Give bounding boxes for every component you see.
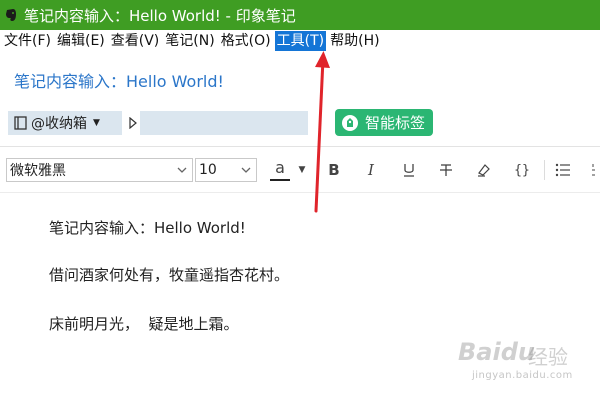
evernote-elephant-icon: [6, 9, 16, 21]
note-title[interactable]: 笔记内容输入：Hello World!: [14, 68, 224, 92]
smart-tag-button[interactable]: 智能标签: [335, 109, 433, 136]
menu-edit[interactable]: 编辑(E): [55, 31, 107, 51]
text-color-button[interactable]: a: [266, 158, 294, 182]
font-size-value: 10: [199, 162, 217, 178]
tag-icon[interactable]: [126, 111, 140, 135]
annotation-arrow: [314, 51, 330, 213]
watermark-url: jingyan.baidu.com: [472, 370, 573, 381]
underline-icon: [404, 164, 414, 177]
highlight-button[interactable]: [474, 158, 494, 182]
tag-input[interactable]: [140, 111, 308, 135]
numbered-list-icon: [592, 164, 595, 176]
window-title: 笔记内容输入：Hello World! - 印象笔记: [24, 6, 296, 25]
menu-note[interactable]: 笔记(N): [163, 31, 216, 51]
notebook-row: @收纳箱 ▼: [8, 111, 308, 135]
text-color-bar: [270, 178, 290, 181]
strikethrough-button[interactable]: [436, 158, 456, 182]
title-bar: 笔记内容输入：Hello World! - 印象笔记: [0, 0, 600, 30]
notebook-name: @收纳箱: [31, 116, 87, 132]
note-body-line[interactable]: 笔记内容输入：Hello World!: [49, 217, 246, 238]
chevron-down-icon: [241, 167, 251, 173]
menu-format[interactable]: 格式(O): [219, 31, 273, 51]
watermark-sub: 经验: [528, 345, 568, 369]
bullet-list-button[interactable]: [552, 158, 574, 182]
text-color-letter: a: [275, 157, 285, 177]
code-block-button[interactable]: {}: [511, 158, 533, 182]
font-family-value: 微软雅黑: [10, 163, 66, 179]
font-size-select[interactable]: 10: [195, 158, 257, 182]
note-body-line[interactable]: 借问酒家何处有，牧童遥指杏花村。: [49, 264, 289, 285]
caret-down-icon: ▼: [93, 118, 100, 128]
smart-tag-icon: [342, 114, 358, 131]
menu-file[interactable]: 文件(F): [2, 31, 53, 51]
baidu-watermark: Baidu 经验 jingyan.baidu.com: [458, 338, 596, 390]
menu-view[interactable]: 查看(V): [109, 31, 162, 51]
notebook-icon: [14, 116, 27, 130]
numbered-list-button[interactable]: [586, 158, 600, 182]
underline-button[interactable]: [399, 158, 419, 182]
note-body-line[interactable]: 床前明月光， 疑是地上霜。: [49, 313, 239, 334]
highlighter-icon: [478, 164, 490, 177]
smart-tag-label: 智能标签: [365, 114, 426, 132]
italic-button[interactable]: I: [361, 158, 381, 182]
notebook-selector[interactable]: @收纳箱 ▼: [8, 111, 122, 135]
watermark-brand: Baidu: [458, 338, 535, 366]
strikethrough-icon: [440, 164, 452, 176]
toolbar-separator: [544, 160, 545, 180]
bullet-list-icon: [555, 163, 570, 177]
font-family-select[interactable]: 微软雅黑: [6, 158, 193, 182]
chevron-down-icon: [177, 167, 187, 173]
